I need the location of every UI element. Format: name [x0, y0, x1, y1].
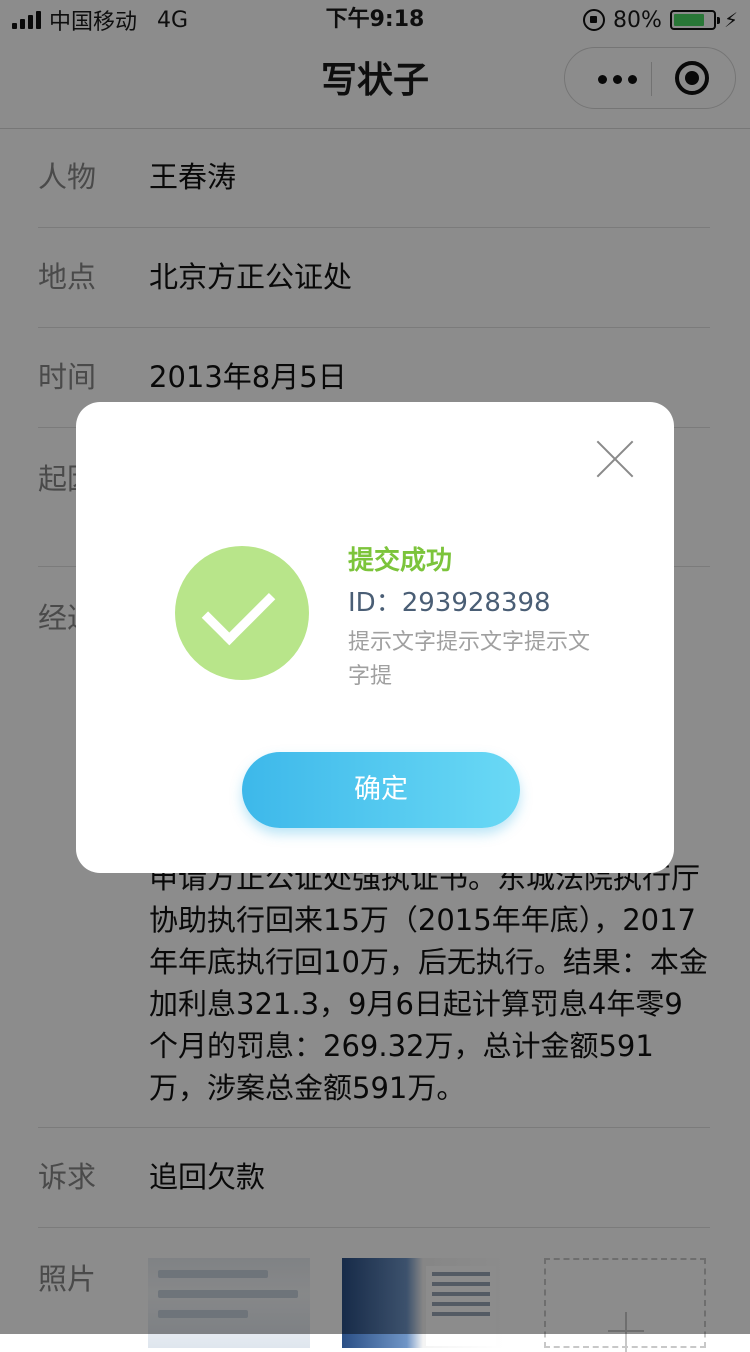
dialog-hint: 提示文字提示文字提示文字提 [348, 630, 591, 689]
dialog-title: 提交成功 [348, 546, 453, 576]
confirm-button[interactable]: 确定 [242, 752, 520, 828]
success-check-icon [175, 546, 309, 680]
dialog-id: ID：293928398 [348, 588, 551, 618]
success-dialog: 提交成功 ID：293928398 提示文字提示文字提示文字提 确定 [76, 402, 674, 873]
close-icon[interactable] [594, 438, 636, 480]
